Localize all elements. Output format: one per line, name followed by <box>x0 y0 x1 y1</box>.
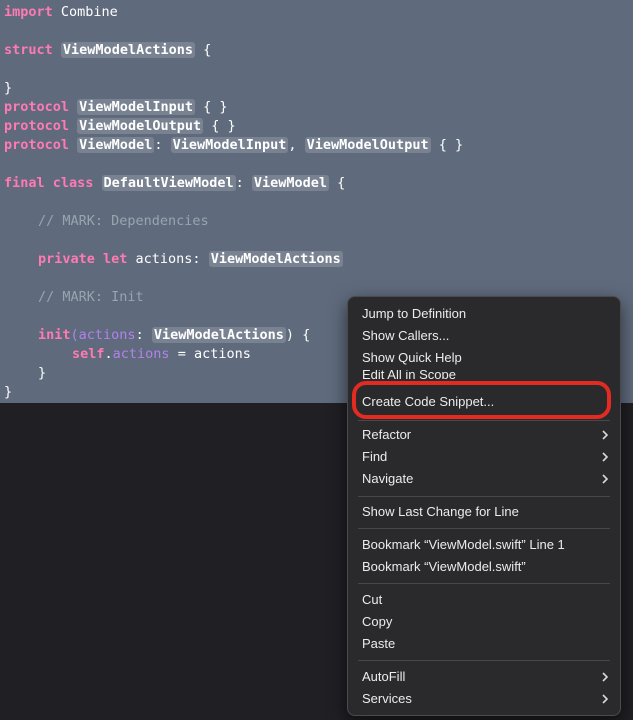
menu-item-show-quick-help[interactable]: Show Quick Help <box>362 347 606 369</box>
keyword: import <box>4 4 53 20</box>
code-line-5: protocol ViewModelInput { } <box>4 98 227 117</box>
code-line-17: init(actions: ViewModelActions) { <box>38 326 310 345</box>
keyword: protocol <box>4 99 70 115</box>
type-name[interactable]: ViewModelActions <box>151 327 286 343</box>
comment: // MARK: Dependencies <box>38 213 209 229</box>
braces: { } <box>194 99 228 115</box>
context-menu: Jump to Definition Show Callers... Show … <box>347 296 621 716</box>
menu-item-navigate[interactable]: Navigate <box>362 468 609 490</box>
code-line-1: import Combine <box>4 3 118 22</box>
code-line-20: } <box>4 383 12 402</box>
menu-item-edit-all-in-scope[interactable]: Edit All in Scope <box>362 370 602 379</box>
code-line-9: final class DefaultViewModel: ViewModel … <box>4 174 345 193</box>
chevron-right-icon <box>602 672 609 682</box>
menu-item-paste[interactable]: Paste <box>362 633 606 655</box>
code-line-11: // MARK: Dependencies <box>38 212 209 231</box>
brace: } <box>38 365 47 381</box>
keyword: protocol <box>4 118 70 134</box>
menu-item-show-last-change[interactable]: Show Last Change for Line <box>362 501 606 523</box>
type-name[interactable]: ViewModelInput <box>77 99 195 115</box>
brace: { <box>194 42 212 58</box>
property-name: actions <box>112 346 170 362</box>
type-name[interactable]: ViewModel <box>251 175 330 191</box>
menu-item-find[interactable]: Find <box>362 446 609 468</box>
menu-item-label: Find <box>362 449 388 464</box>
menu-item-copy[interactable]: Copy <box>362 611 606 633</box>
assignment: = actions <box>169 346 251 362</box>
menu-item-jump-to-definition[interactable]: Jump to Definition <box>362 303 606 325</box>
module-name: Combine <box>52 4 118 20</box>
keyword: final class <box>4 175 94 191</box>
menu-separator <box>358 528 610 529</box>
menu-item-label: AutoFill <box>362 669 406 684</box>
punctuation: : <box>135 327 152 343</box>
keyword: init <box>38 327 71 343</box>
chevron-right-icon <box>602 430 609 440</box>
type-name[interactable]: DefaultViewModel <box>101 175 236 191</box>
chevron-right-icon <box>602 452 609 462</box>
menu-item-label: Navigate <box>362 471 414 486</box>
chevron-right-icon <box>602 694 609 704</box>
menu-item-show-callers[interactable]: Show Callers... <box>362 325 606 347</box>
code-line-19: } <box>38 364 46 383</box>
punctuation: , <box>288 137 305 153</box>
code-line-3: struct ViewModelActions { <box>4 41 211 60</box>
brace: } <box>4 384 13 400</box>
brace: } <box>4 80 13 96</box>
menu-separator <box>358 496 610 497</box>
keyword: struct <box>4 42 53 58</box>
punctuation: . <box>104 346 113 362</box>
type-name[interactable]: ViewModelOutput <box>304 137 431 153</box>
code-line-7: protocol ViewModel: ViewModelInput, View… <box>4 136 463 155</box>
parameter-name: actions <box>78 327 136 343</box>
chevron-right-icon <box>602 474 609 484</box>
code-line-13: private let actions: ViewModelActions <box>38 250 343 269</box>
menu-item-autofill[interactable]: AutoFill <box>362 666 609 688</box>
menu-item-label: Services <box>362 691 412 706</box>
type-name[interactable]: ViewModelActions <box>208 251 343 267</box>
menu-item-services[interactable]: Services <box>362 688 609 710</box>
type-name[interactable]: ViewModel <box>77 137 155 153</box>
punctuation: : <box>154 137 171 153</box>
menu-item-bookmark-line[interactable]: Bookmark “ViewModel.swift” Line 1 <box>362 534 606 556</box>
paren: ( <box>70 327 79 343</box>
menu-item-refactor[interactable]: Refactor <box>362 424 609 446</box>
menu-item-bookmark-file[interactable]: Bookmark “ViewModel.swift” <box>362 556 606 578</box>
keyword: self <box>72 346 105 362</box>
code-line-15: // MARK: Init <box>38 288 144 307</box>
type-name[interactable]: ViewModelOutput <box>77 118 204 134</box>
menu-item-label: Edit All in Scope <box>362 370 456 379</box>
annotation-highlight-ring <box>352 381 611 419</box>
menu-separator <box>358 420 610 421</box>
menu-item-label: Refactor <box>362 427 412 442</box>
keyword: private let <box>38 251 128 267</box>
property-name: actions: <box>127 251 209 267</box>
type-name[interactable]: ViewModelInput <box>170 137 289 153</box>
code-line-18: self.actions = actions <box>72 345 251 364</box>
punctuation: : <box>235 175 252 191</box>
menu-separator <box>358 660 610 661</box>
braces: { } <box>203 118 236 134</box>
brace: { <box>329 175 346 191</box>
type-name[interactable]: ViewModelActions <box>60 42 195 58</box>
comment: // MARK: Init <box>38 289 144 305</box>
brace: ) { <box>285 327 311 343</box>
code-line-6: protocol ViewModelOutput { } <box>4 117 236 136</box>
code-line-4: } <box>4 79 12 98</box>
menu-separator <box>358 583 610 584</box>
braces: { } <box>430 137 464 153</box>
keyword: protocol <box>4 137 70 153</box>
menu-item-cut[interactable]: Cut <box>362 589 606 611</box>
